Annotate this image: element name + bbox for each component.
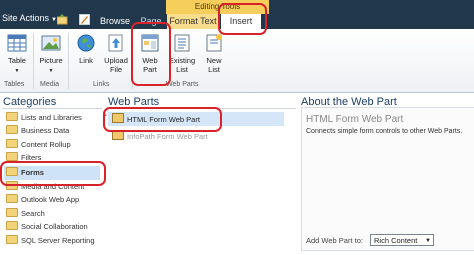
folder-icon — [6, 125, 18, 134]
group-label-web-parts: Web Parts — [166, 81, 199, 88]
table-label: Table — [8, 56, 26, 65]
category-label: Lists and Libraries — [21, 113, 82, 122]
tab-format-text[interactable]: Format Text — [167, 14, 219, 29]
category-item[interactable]: Business Data — [6, 125, 69, 137]
folder-icon — [6, 139, 18, 148]
group-label-tables: Tables — [4, 81, 25, 88]
chevron-down-icon: ▼ — [14, 68, 20, 74]
site-actions-label: Site Actions — [2, 13, 50, 23]
separator — [33, 33, 34, 89]
category-label: Social Collaboration — [21, 222, 88, 231]
category-item[interactable]: Search — [6, 208, 45, 220]
folder-icon — [6, 208, 18, 217]
category-item[interactable]: SQL Server Reporting — [6, 235, 95, 247]
upload-file-label-line1: Upload — [104, 56, 128, 65]
folder-icon — [6, 235, 18, 244]
chevron-down-icon: ▼ — [48, 68, 54, 74]
category-item[interactable]: Content Rollup — [6, 139, 71, 151]
existing-list-label-line1: Existing — [168, 56, 196, 65]
new-list-label-line1: New — [206, 56, 222, 65]
upload-file-label-line2: File — [109, 65, 123, 74]
navigate-up-icon[interactable] — [57, 14, 68, 25]
categories-title: Categories — [3, 96, 57, 108]
chevron-down-icon: ▼ — [425, 238, 431, 244]
picture-label: Picture — [39, 56, 63, 65]
tab-browse[interactable]: Browse — [95, 14, 135, 29]
annotation-highlight-web-part-button — [131, 22, 171, 86]
group-label-links: Links — [93, 81, 110, 88]
add-web-part-to-value: Rich Content — [374, 236, 418, 245]
category-item[interactable]: Outlook Web App — [6, 194, 79, 206]
folder-icon — [6, 112, 18, 121]
add-web-part-to-select[interactable]: Rich Content ▼ — [370, 234, 434, 246]
category-label: Business Data — [21, 126, 70, 135]
table-button[interactable]: Table ▼ — [1, 32, 33, 76]
folder-icon — [6, 194, 18, 203]
category-label: Outlook Web App — [21, 195, 80, 204]
category-item[interactable]: Social Collaboration — [6, 221, 88, 233]
table-icon — [7, 34, 27, 52]
about-web-part-name: HTML Form Web Part — [306, 114, 404, 125]
web-part-label: InfoPath Form Web Part — [127, 132, 208, 141]
new-list-label-line2: List — [208, 65, 220, 74]
folder-icon — [6, 152, 18, 161]
add-web-part-to-label: Add Web Part to: — [306, 236, 363, 245]
new-list-button[interactable]: New List — [198, 32, 230, 74]
new-list-icon — [206, 34, 222, 52]
separator — [68, 33, 69, 89]
link-label: Link — [79, 56, 93, 65]
globe-link-icon — [77, 34, 95, 52]
divider — [2, 108, 102, 109]
group-label-media: Media — [40, 81, 60, 88]
existing-list-icon — [174, 34, 190, 52]
category-label: SQL Server Reporting — [21, 236, 95, 245]
picture-button[interactable]: Picture ▼ — [35, 32, 67, 76]
category-label: Search — [21, 209, 45, 218]
picture-icon — [41, 35, 61, 51]
folder-icon — [6, 221, 18, 230]
annotation-highlight-forms-category — [0, 161, 106, 186]
existing-list-label-line2: List — [176, 65, 188, 74]
annotation-highlight-insert-tab — [218, 3, 267, 35]
about-web-part-description: Connects simple form controls to other W… — [306, 128, 463, 135]
annotation-highlight-html-form-web-part — [103, 107, 222, 132]
upload-file-button[interactable]: Upload File — [100, 32, 132, 74]
upload-file-icon — [108, 34, 123, 52]
site-actions-menu[interactable]: Site Actions ▼ — [2, 13, 57, 23]
category-label: Content Rollup — [21, 140, 71, 149]
category-item[interactable]: Lists and Libraries — [6, 112, 82, 124]
link-button[interactable]: Link — [70, 32, 102, 65]
edit-page-icon[interactable] — [79, 14, 90, 25]
